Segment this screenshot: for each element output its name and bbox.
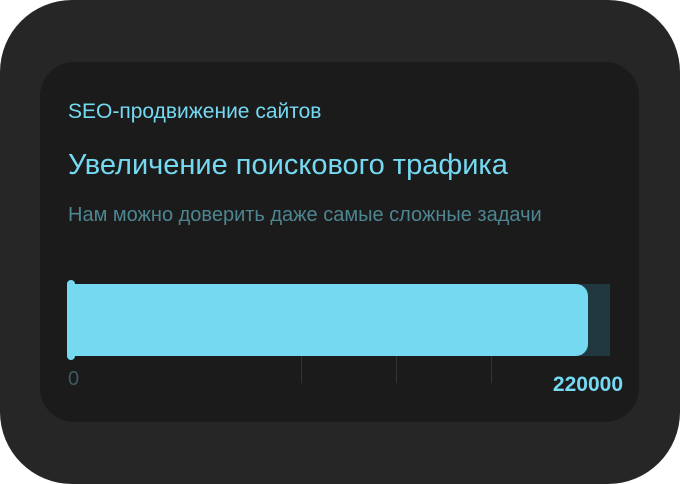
scale-tick xyxy=(491,356,492,383)
service-category: SEO-продвижение сайтов xyxy=(68,100,322,123)
scale-min-label: 0 xyxy=(68,368,80,390)
progress-fill xyxy=(68,284,588,356)
progress-start-marker xyxy=(67,280,75,360)
card-title: Увеличение поискового трафика xyxy=(68,149,508,181)
widget-frame: SEO-продвижение сайтов Увеличение поиско… xyxy=(0,0,680,484)
progress-track xyxy=(68,284,610,356)
scale-tick xyxy=(396,356,397,383)
card-subtitle: Нам можно доверить даже самые сложные за… xyxy=(68,204,542,226)
traffic-card: SEO-продвижение сайтов Увеличение поиско… xyxy=(40,62,639,422)
scale-max-label: 220000 xyxy=(552,373,623,396)
scale-tick xyxy=(301,356,302,383)
